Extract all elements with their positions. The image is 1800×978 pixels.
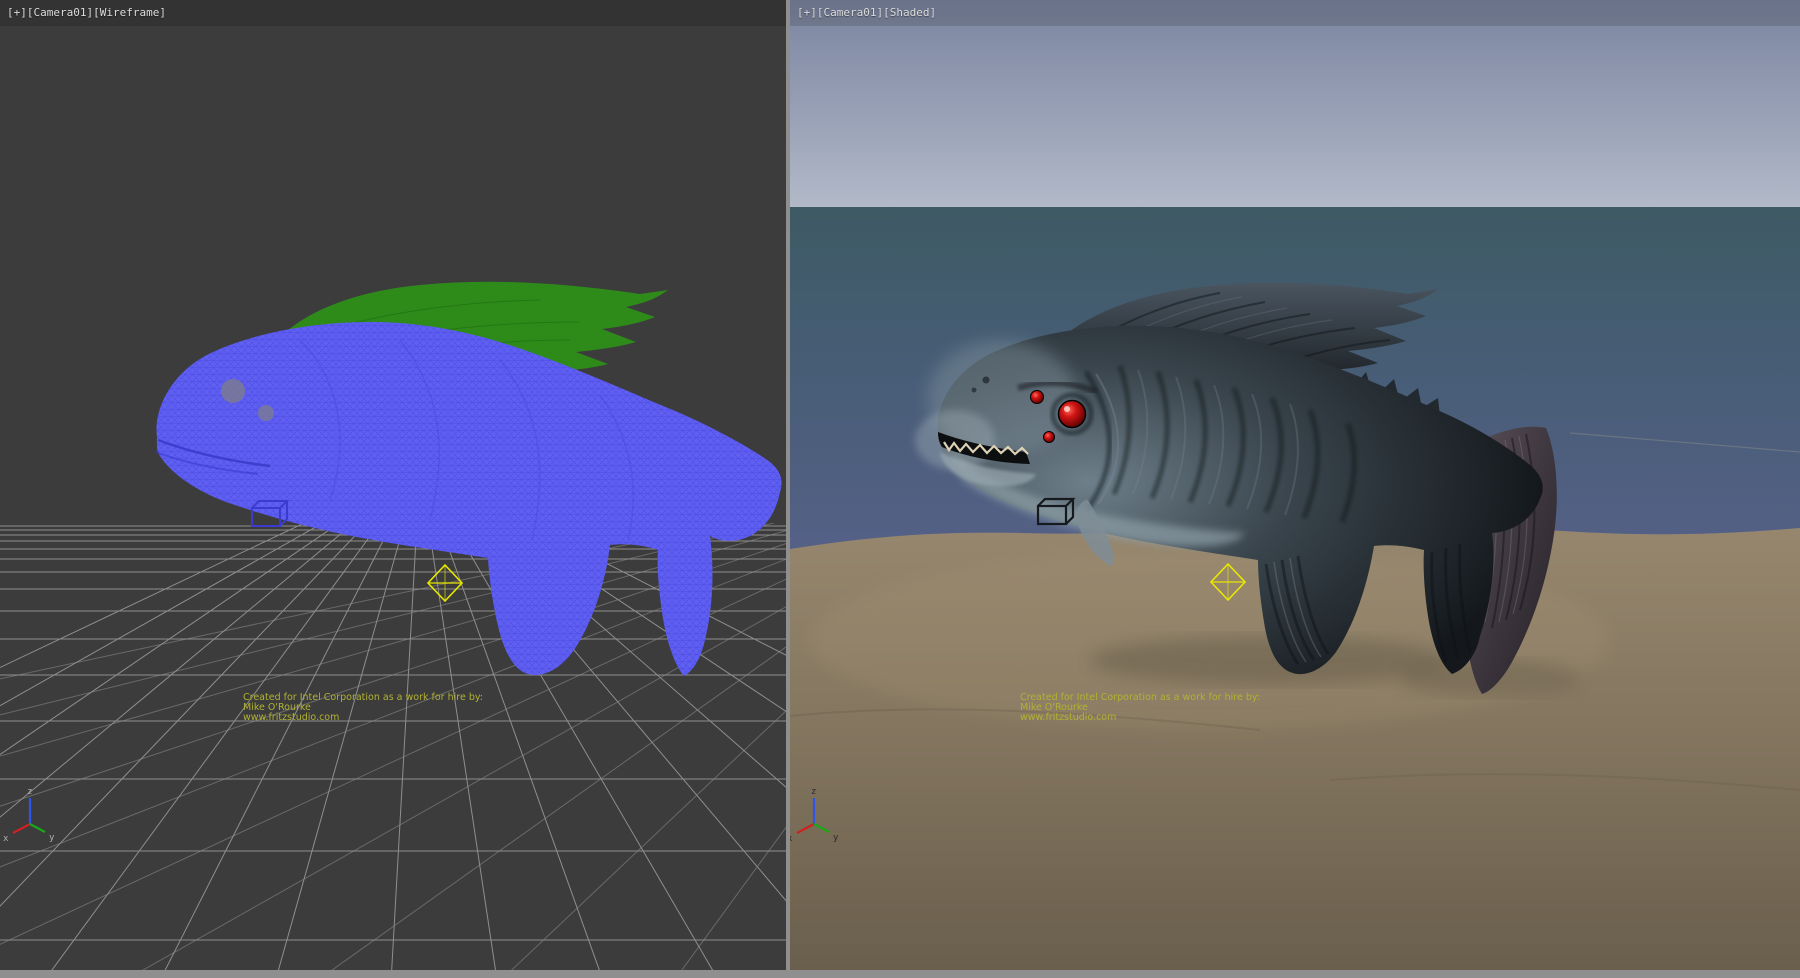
fish-eye-main: [1059, 401, 1086, 428]
fish-nostril-1: [983, 377, 990, 384]
viewport-label: [+][Camera01][Wireframe]: [7, 7, 166, 19]
viewport-label: [+][Camera01][Shaded]: [797, 7, 936, 19]
world-axis-tripod: z x y: [3, 787, 55, 844]
viewport-area: z x y [+][Camera01][Wireframe] Created f…: [0, 0, 1800, 978]
fish-body-mesh-texture: [156, 322, 781, 676]
fish-eye-spot-large: [221, 379, 245, 403]
viewport-menu-button[interactable]: [+]: [797, 6, 817, 19]
sky: [790, 0, 1800, 209]
viewport-shading-mode[interactable]: [Shaded]: [883, 6, 936, 19]
watermark-line3: www.fritzstudio.com: [1020, 713, 1260, 723]
watermark-line3: www.fritzstudio.com: [243, 713, 483, 723]
watermark: Created for Intel Corporation as a work …: [1020, 693, 1260, 723]
axis-y: [30, 824, 45, 832]
axis-z-label: z: [811, 787, 816, 797]
fish-nostril-2: [972, 388, 977, 393]
viewport-camera01-shaded[interactable]: z x y [+][Camera01][Shaded] Created for …: [790, 0, 1800, 970]
fish-eye-spot-small: [258, 405, 274, 421]
viewport-camera-name[interactable]: [Camera01]: [27, 6, 93, 19]
viewport-camera01-wireframe[interactable]: z x y [+][Camera01][Wireframe] Created f…: [0, 0, 786, 970]
axis-x: [13, 824, 30, 833]
viewport-menu-button[interactable]: [+]: [7, 6, 27, 19]
fish-model-wireframe[interactable]: [156, 282, 782, 676]
shaded-scene: z x y: [790, 0, 1800, 970]
wireframe-scene: z x y: [0, 0, 786, 970]
axis-x-label: x: [3, 834, 9, 844]
axis-y-label: y: [833, 833, 839, 843]
viewport-layout-border: [0, 970, 1800, 978]
fish-eye-main-highlight: [1064, 406, 1070, 412]
viewport-camera-name[interactable]: [Camera01]: [817, 6, 883, 19]
axis-y-label: y: [49, 833, 55, 843]
axis-z-label: z: [27, 787, 32, 797]
fish-eye-small-lower: [1044, 432, 1055, 443]
fish-eye-small-upper: [1031, 391, 1044, 404]
watermark: Created for Intel Corporation as a work …: [243, 693, 483, 723]
viewport-shading-mode[interactable]: [Wireframe]: [93, 6, 166, 19]
